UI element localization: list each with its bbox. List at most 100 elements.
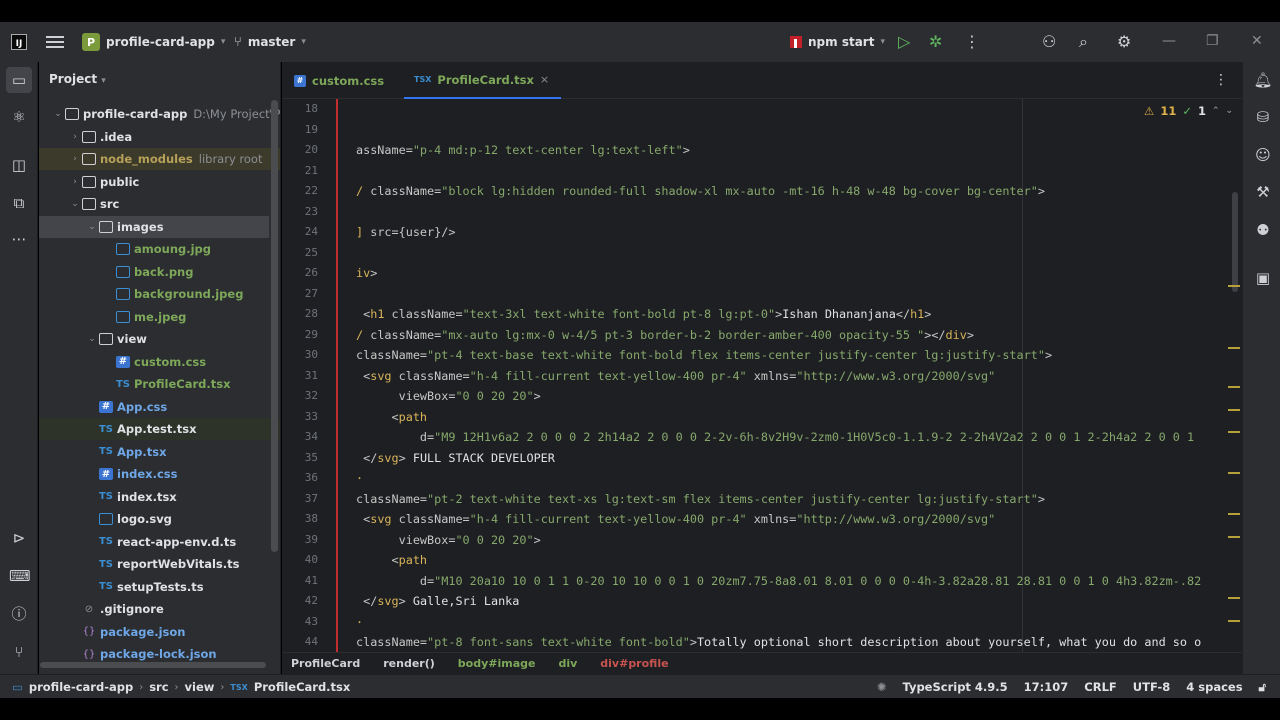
warning-marker[interactable] <box>1228 536 1240 538</box>
file-encoding[interactable]: UTF-8 <box>1133 680 1170 694</box>
tree-item[interactable]: TS index.tsx <box>39 486 280 508</box>
code-line: className="pt-8 font-sans text-white fon… <box>356 635 1202 649</box>
project-folder-icon[interactable]: ▭ <box>6 67 32 93</box>
status-path-item[interactable]: src <box>149 680 168 694</box>
breadcrumb-item[interactable]: render() <box>383 657 435 670</box>
tab-custom-css[interactable]: # custom.css <box>294 62 384 99</box>
more-tools-icon[interactable]: ⋯ <box>9 229 29 249</box>
search-icon[interactable]: ⌕ <box>1079 33 1088 51</box>
more-options-icon[interactable]: ⋮ <box>964 33 980 51</box>
breadcrumb-item[interactable]: div <box>558 657 577 670</box>
warning-marker[interactable] <box>1228 347 1240 349</box>
warning-marker[interactable] <box>1228 472 1240 474</box>
vcs-branch-widget[interactable]: ⑂ master ▾ <box>234 31 306 53</box>
status-path-item[interactable]: view <box>185 680 215 694</box>
tree-item[interactable]: # custom.css <box>39 351 280 373</box>
problems-icon[interactable]: ⓘ <box>9 604 29 624</box>
warning-marker[interactable] <box>1228 513 1240 515</box>
git-icon[interactable]: ⑂ <box>9 642 29 662</box>
database-icon[interactable]: ⛁ <box>1253 107 1273 127</box>
run-icon[interactable]: ▷ <box>898 33 910 51</box>
project-widget[interactable]: P profile-card-app ▾ <box>82 31 225 53</box>
gradle-icon[interactable]: ⚒ <box>1253 182 1273 202</box>
tree-horizontal-scrollbar[interactable] <box>40 662 266 668</box>
structure-icon[interactable]: ◫ <box>9 155 29 175</box>
debug-icon[interactable]: ✲ <box>929 33 942 51</box>
warning-marker[interactable] <box>1228 386 1240 388</box>
tab-profilecard-tsx[interactable]: TSX ProfileCard.tsx × <box>404 62 562 99</box>
tree-item[interactable]: back.png <box>39 261 280 283</box>
chevron-down-icon[interactable]: ⌄ <box>85 334 99 344</box>
tab-options-icon[interactable]: ⋮ <box>1214 72 1228 88</box>
lock-icon[interactable]: 🔓︎ <box>1259 680 1266 695</box>
settings-gear-icon[interactable]: ⚙ <box>1117 33 1131 51</box>
background-task-icon[interactable]: ✺ <box>877 680 887 694</box>
notifications-icon[interactable]: 🔔︎ <box>1253 70 1273 90</box>
warning-marker[interactable] <box>1228 409 1240 411</box>
close-window-icon[interactable]: ✕ <box>1251 33 1263 49</box>
json-file-icon: {} <box>82 648 96 660</box>
code-line: / className="block lg:hidden rounded-ful… <box>356 184 1045 198</box>
tree-item[interactable]: amoung.jpg <box>39 238 280 260</box>
indent-setting[interactable]: 4 spaces <box>1186 680 1242 694</box>
tree-item[interactable]: logo.svg <box>39 508 280 530</box>
tree-item[interactable]: me.jpeg <box>39 306 280 328</box>
code-line: assName="p-4 md:p-12 text-center lg:text… <box>356 143 690 157</box>
terminal-icon[interactable]: ⌨ <box>9 566 31 586</box>
tree-item[interactable]: TS App.test.tsx <box>39 418 280 440</box>
plugins-icon[interactable]: ⚛ <box>9 107 29 127</box>
language-service[interactable]: TypeScript 4.9.5 <box>902 680 1007 694</box>
tree-item[interactable]: {} package.json <box>39 621 280 643</box>
breadcrumb-item[interactable]: div#profile <box>600 657 668 670</box>
maximize-icon[interactable]: ❐ <box>1206 33 1219 49</box>
main-menu-icon[interactable] <box>46 34 64 50</box>
tree-item[interactable]: TS setupTests.ts <box>39 576 280 598</box>
project-panel-header[interactable]: Project ▾ <box>49 72 106 86</box>
tree-item[interactable]: TS App.tsx <box>39 441 280 463</box>
tree-item[interactable]: background.jpeg <box>39 283 280 305</box>
warning-marker[interactable] <box>1228 431 1240 433</box>
ai-assistant-icon[interactable]: ☺ <box>1253 145 1273 165</box>
tree-item[interactable]: › node_modules library root <box>39 148 280 170</box>
plugin-icon[interactable]: ▣ <box>1253 268 1273 288</box>
tree-item[interactable]: TS ProfileCard.tsx <box>39 373 280 395</box>
breadcrumb-item[interactable]: ProfileCard <box>291 657 360 670</box>
tree-item[interactable]: ⌄ profile-card-app D:\My Project\P <box>39 103 280 125</box>
chevron-down-icon[interactable]: ⌄ <box>85 222 99 232</box>
run-config-widget[interactable]: npm start ▾ <box>790 31 885 53</box>
tree-item[interactable]: › .idea <box>39 126 280 148</box>
tree-scrollbar[interactable] <box>271 100 278 552</box>
warning-marker[interactable] <box>1228 597 1240 599</box>
tree-item[interactable]: ⌄ images <box>39 215 269 238</box>
chevron-down-icon[interactable]: ⌄ <box>51 109 65 119</box>
project-badge: P <box>82 33 100 51</box>
copilot-icon[interactable]: ⚉ <box>1253 220 1273 240</box>
code-line: <h1 className="text-3xl text-white font-… <box>356 307 932 321</box>
minimize-icon[interactable]: — <box>1162 33 1176 49</box>
caret-position[interactable]: 17:107 <box>1024 680 1069 694</box>
add-user-icon[interactable]: ⚇ <box>1042 33 1056 51</box>
modules-icon[interactable]: ⧉ <box>9 193 29 213</box>
run-tool-icon[interactable]: ⊳ <box>9 528 29 548</box>
status-path-item[interactable]: ProfileCard.tsx <box>254 680 351 694</box>
tree-item[interactable]: TS react-app-env.d.ts <box>39 531 280 553</box>
breadcrumb-item[interactable]: body#image <box>458 657 536 670</box>
tree-item[interactable]: ⌄ view <box>39 328 280 350</box>
tree-item[interactable]: ⌄ src <box>39 193 280 215</box>
code-content[interactable]: assName="p-4 md:p-12 text-center lg:text… <box>356 99 1242 659</box>
chevron-right-icon[interactable]: › <box>68 177 82 187</box>
tree-item[interactable]: › public <box>39 171 280 193</box>
warning-marker[interactable] <box>1228 285 1240 287</box>
status-path-item[interactable]: profile-card-app <box>29 680 133 694</box>
tree-item[interactable]: ⊘ .gitignore <box>39 598 280 620</box>
chevron-right-icon[interactable]: › <box>68 132 82 142</box>
chevron-right-icon[interactable]: › <box>68 154 82 164</box>
chevron-down-icon[interactable]: ⌄ <box>68 199 82 209</box>
tree-item-label: logo.svg <box>117 512 172 526</box>
tree-item[interactable]: TS reportWebVitals.ts <box>39 553 280 575</box>
tree-item[interactable]: # index.css <box>39 463 280 485</box>
line-separator[interactable]: CRLF <box>1084 680 1116 694</box>
close-tab-icon[interactable]: × <box>540 73 549 86</box>
warning-marker[interactable] <box>1228 620 1240 622</box>
tree-item[interactable]: # App.css <box>39 396 280 418</box>
